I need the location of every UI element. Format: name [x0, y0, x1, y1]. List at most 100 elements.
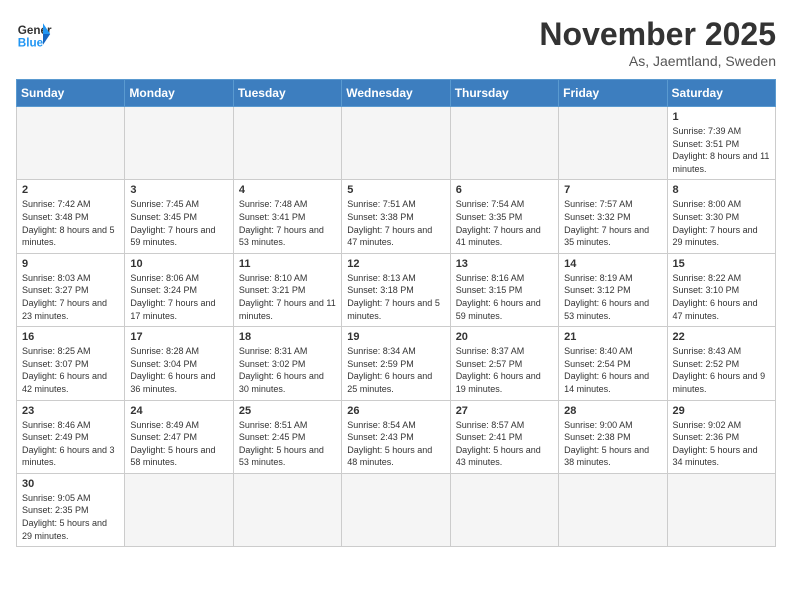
calendar-cell: 2 Sunrise: 7:42 AM Sunset: 3:48 PM Daylig…	[17, 180, 125, 253]
day-number: 13	[456, 258, 553, 270]
calendar-cell: 22 Sunrise: 8:43 AM Sunset: 2:52 PM Dayli…	[667, 327, 775, 400]
day-info: Sunrise: 7:42 AM Sunset: 3:48 PM Dayligh…	[22, 198, 119, 248]
calendar-cell: 21 Sunrise: 8:40 AM Sunset: 2:54 PM Dayli…	[559, 327, 667, 400]
day-info: Sunrise: 8:10 AM Sunset: 3:21 PM Dayligh…	[239, 272, 336, 322]
day-info: Sunrise: 8:19 AM Sunset: 3:12 PM Dayligh…	[564, 272, 661, 322]
day-info: Sunrise: 8:31 AM Sunset: 3:02 PM Dayligh…	[239, 345, 336, 395]
day-info: Sunrise: 7:54 AM Sunset: 3:35 PM Dayligh…	[456, 198, 553, 248]
calendar-week-row: 30Sunrise: 9:05 AM Sunset: 2:35 PM Dayli…	[17, 473, 776, 546]
calendar-cell	[342, 473, 450, 546]
day-number: 2	[22, 184, 119, 196]
day-info: Sunrise: 8:34 AM Sunset: 2:59 PM Dayligh…	[347, 345, 444, 395]
calendar-cell	[125, 473, 233, 546]
calendar-cell: 27 Sunrise: 8:57 AM Sunset: 2:41 PM Dayli…	[450, 400, 558, 473]
calendar-cell	[125, 107, 233, 180]
day-number: 27	[456, 405, 553, 417]
title-block: November 2025 As, Jaemtland, Sweden	[539, 16, 776, 69]
calendar-week-row: 2 Sunrise: 7:42 AM Sunset: 3:48 PM Daylig…	[17, 180, 776, 253]
day-info: Sunrise: 8:57 AM Sunset: 2:41 PM Dayligh…	[456, 419, 553, 469]
calendar-week-row: 16 Sunrise: 8:25 AM Sunset: 3:07 PM Dayli…	[17, 327, 776, 400]
day-number: 21	[564, 331, 661, 343]
day-info: Sunrise: 9:05 AM Sunset: 2:35 PM Dayligh…	[22, 492, 119, 542]
day-info: Sunrise: 8:43 AM Sunset: 2:52 PM Dayligh…	[673, 345, 770, 395]
calendar-cell: 25 Sunrise: 8:51 AM Sunset: 2:45 PM Dayli…	[233, 400, 341, 473]
calendar-header: SundayMondayTuesdayWednesdayThursdayFrid…	[17, 80, 776, 107]
calendar-cell: 28Sunrise: 9:00 AM Sunset: 2:38 PM Dayli…	[559, 400, 667, 473]
calendar-table: SundayMondayTuesdayWednesdayThursdayFrid…	[16, 79, 776, 547]
calendar-cell	[342, 107, 450, 180]
calendar-cell: 5Sunrise: 7:51 AM Sunset: 3:38 PM Daylig…	[342, 180, 450, 253]
calendar-cell: 4 Sunrise: 7:48 AM Sunset: 3:41 PM Daylig…	[233, 180, 341, 253]
day-number: 17	[130, 331, 227, 343]
day-number: 20	[456, 331, 553, 343]
calendar-cell	[233, 473, 341, 546]
calendar-cell	[667, 473, 775, 546]
calendar-cell: 14 Sunrise: 8:19 AM Sunset: 3:12 PM Dayli…	[559, 253, 667, 326]
calendar-cell: 8 Sunrise: 8:00 AM Sunset: 3:30 PM Daylig…	[667, 180, 775, 253]
day-info: Sunrise: 8:46 AM Sunset: 2:49 PM Dayligh…	[22, 419, 119, 469]
day-info: Sunrise: 8:49 AM Sunset: 2:47 PM Dayligh…	[130, 419, 227, 469]
calendar-cell: 6 Sunrise: 7:54 AM Sunset: 3:35 PM Daylig…	[450, 180, 558, 253]
logo: General Blue	[16, 16, 52, 52]
day-info: Sunrise: 8:16 AM Sunset: 3:15 PM Dayligh…	[456, 272, 553, 322]
calendar-cell: 3Sunrise: 7:45 AM Sunset: 3:45 PM Daylig…	[125, 180, 233, 253]
weekday-header-thursday: Thursday	[450, 80, 558, 107]
day-number: 5	[347, 184, 444, 196]
calendar-week-row: 1Sunrise: 7:39 AM Sunset: 3:51 PM Daylig…	[17, 107, 776, 180]
day-info: Sunrise: 7:45 AM Sunset: 3:45 PM Dayligh…	[130, 198, 227, 248]
day-info: Sunrise: 8:06 AM Sunset: 3:24 PM Dayligh…	[130, 272, 227, 322]
logo-icon: General Blue	[16, 16, 52, 52]
calendar-week-row: 9Sunrise: 8:03 AM Sunset: 3:27 PM Daylig…	[17, 253, 776, 326]
page-header: General Blue November 2025 As, Jaemtland…	[16, 16, 776, 69]
day-number: 4	[239, 184, 336, 196]
calendar-cell	[559, 473, 667, 546]
weekday-header-monday: Monday	[125, 80, 233, 107]
calendar-cell: 15Sunrise: 8:22 AM Sunset: 3:10 PM Dayli…	[667, 253, 775, 326]
day-number: 8	[673, 184, 770, 196]
day-info: Sunrise: 7:48 AM Sunset: 3:41 PM Dayligh…	[239, 198, 336, 248]
day-number: 25	[239, 405, 336, 417]
calendar-cell: 18 Sunrise: 8:31 AM Sunset: 3:02 PM Dayli…	[233, 327, 341, 400]
weekday-header-friday: Friday	[559, 80, 667, 107]
calendar-cell: 24 Sunrise: 8:49 AM Sunset: 2:47 PM Dayli…	[125, 400, 233, 473]
day-number: 14	[564, 258, 661, 270]
day-number: 7	[564, 184, 661, 196]
day-number: 26	[347, 405, 444, 417]
calendar-cell: 16 Sunrise: 8:25 AM Sunset: 3:07 PM Dayli…	[17, 327, 125, 400]
day-number: 28	[564, 405, 661, 417]
day-number: 16	[22, 331, 119, 343]
day-number: 10	[130, 258, 227, 270]
calendar-cell: 11 Sunrise: 8:10 AM Sunset: 3:21 PM Dayli…	[233, 253, 341, 326]
weekday-row: SundayMondayTuesdayWednesdayThursdayFrid…	[17, 80, 776, 107]
day-info: Sunrise: 8:37 AM Sunset: 2:57 PM Dayligh…	[456, 345, 553, 395]
day-number: 12	[347, 258, 444, 270]
day-info: Sunrise: 8:40 AM Sunset: 2:54 PM Dayligh…	[564, 345, 661, 395]
calendar-cell: 19 Sunrise: 8:34 AM Sunset: 2:59 PM Dayli…	[342, 327, 450, 400]
day-number: 29	[673, 405, 770, 417]
day-number: 22	[673, 331, 770, 343]
day-number: 18	[239, 331, 336, 343]
calendar-cell: 7 Sunrise: 7:57 AM Sunset: 3:32 PM Daylig…	[559, 180, 667, 253]
day-info: Sunrise: 8:28 AM Sunset: 3:04 PM Dayligh…	[130, 345, 227, 395]
day-number: 6	[456, 184, 553, 196]
weekday-header-saturday: Saturday	[667, 80, 775, 107]
calendar-body: 1Sunrise: 7:39 AM Sunset: 3:51 PM Daylig…	[17, 107, 776, 547]
weekday-header-tuesday: Tuesday	[233, 80, 341, 107]
day-info: Sunrise: 8:00 AM Sunset: 3:30 PM Dayligh…	[673, 198, 770, 248]
day-info: Sunrise: 8:13 AM Sunset: 3:18 PM Dayligh…	[347, 272, 444, 322]
calendar-cell: 13 Sunrise: 8:16 AM Sunset: 3:15 PM Dayli…	[450, 253, 558, 326]
day-number: 24	[130, 405, 227, 417]
day-number: 1	[673, 111, 770, 123]
day-info: Sunrise: 8:51 AM Sunset: 2:45 PM Dayligh…	[239, 419, 336, 469]
calendar-cell: 1Sunrise: 7:39 AM Sunset: 3:51 PM Daylig…	[667, 107, 775, 180]
day-number: 15	[673, 258, 770, 270]
calendar-cell	[233, 107, 341, 180]
weekday-header-wednesday: Wednesday	[342, 80, 450, 107]
day-number: 9	[22, 258, 119, 270]
day-info: Sunrise: 7:57 AM Sunset: 3:32 PM Dayligh…	[564, 198, 661, 248]
day-number: 11	[239, 258, 336, 270]
day-info: Sunrise: 8:25 AM Sunset: 3:07 PM Dayligh…	[22, 345, 119, 395]
day-number: 19	[347, 331, 444, 343]
calendar-cell: 10 Sunrise: 8:06 AM Sunset: 3:24 PM Dayli…	[125, 253, 233, 326]
calendar-week-row: 23Sunrise: 8:46 AM Sunset: 2:49 PM Dayli…	[17, 400, 776, 473]
